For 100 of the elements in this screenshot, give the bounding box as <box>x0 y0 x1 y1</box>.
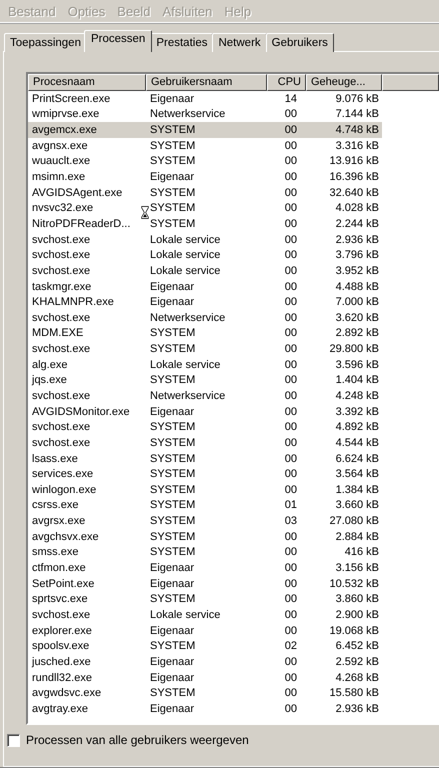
table-row[interactable]: sprtsvc.exe SYSTEM 00 3.860 kB <box>28 592 382 608</box>
tab[interactable]: Netwerk <box>212 33 267 52</box>
table-row[interactable]: svchost.exe Netwerkservice 00 4.248 kB <box>28 388 382 404</box>
table-row[interactable]: avgwdsvc.exe SYSTEM 00 15.580 kB <box>28 685 382 701</box>
table-row[interactable]: PrintScreen.exe Eigenaar 14 9.076 kB <box>28 91 382 107</box>
table-row[interactable]: svchost.exe Lokale service 00 2.936 kB <box>28 232 382 248</box>
table-cell-text: svchost.exe <box>31 608 92 621</box>
table-row[interactable]: spoolsv.exe SYSTEM 02 6.452 kB <box>28 638 382 654</box>
table-cell-text: wmiprvse.exe <box>31 108 100 120</box>
table-cell-text: 00 <box>284 186 298 199</box>
table-row[interactable]: lsass.exe SYSTEM 00 6.624 kB <box>28 450 382 466</box>
table-cell-text: SYSTEM <box>149 468 196 480</box>
table-cell-text: 4.892 kB <box>334 421 380 434</box>
table-cell-text: Eigenaar <box>149 624 196 637</box>
table-cell-text: Lokale service <box>149 358 222 371</box>
column-header[interactable]: Gebruikersnaam <box>146 74 267 91</box>
table-row[interactable]: AVGIDSAgent.exe SYSTEM 00 32.640 kB <box>28 184 382 200</box>
table-cell-text: 7.144 kB <box>334 108 380 120</box>
table-cell-text: 4.488 kB <box>334 280 380 292</box>
tab[interactable]: Toepassingen <box>4 33 87 52</box>
table-cell-text: 3.952 kB <box>334 264 380 277</box>
table-row[interactable]: rundll32.exe Eigenaar 00 4.268 kB <box>28 670 382 686</box>
table-row[interactable]: svchost.exe SYSTEM 00 29.800 kB <box>28 341 382 357</box>
table-cell-text: 3.620 kB <box>334 312 380 324</box>
table-cell-text: Lokale service <box>149 249 222 262</box>
tab[interactable]: Gebruikers <box>266 33 334 52</box>
table-cell-text: 13.916 kB <box>328 155 380 168</box>
table-row[interactable]: NitroPDFReaderD... SYSTEM 00 2.244 kB <box>28 216 382 232</box>
table-cell-text: 00 <box>284 249 298 262</box>
checkbox-label[interactable]: Processen van alle gebruikers weergeven <box>26 733 249 747</box>
table-cell-text: csrss.exe <box>31 499 80 512</box>
table-cell-text: SetPoint.exe <box>31 578 96 590</box>
table-cell-text: 16.396 kB <box>328 171 380 184</box>
table-cell-text: avgchsvx.exe <box>31 530 100 543</box>
table-cell-text: 19.068 kB <box>328 624 380 637</box>
column-header[interactable]: Geheuge... <box>306 74 382 91</box>
table-cell-text: ctfmon.exe <box>31 562 87 574</box>
table-row[interactable]: avgnsx.exe SYSTEM 00 3.316 kB <box>28 138 382 154</box>
table-row[interactable]: avgchsvx.exe SYSTEM 00 2.884 kB <box>28 528 382 545</box>
table-row[interactable]: wuauclt.exe SYSTEM 00 13.916 kB <box>28 154 382 170</box>
table-row[interactable]: SetPoint.exe Eigenaar 00 10.532 kB <box>28 576 382 592</box>
table-cell-text: MDM.EXE <box>31 327 84 340</box>
checkbox[interactable] <box>7 734 20 746</box>
table-cell-text: 416 kB <box>344 546 380 558</box>
table-row[interactable]: KHALMNPR.exe Eigenaar 00 7.000 kB <box>28 294 382 310</box>
table-cell-text: 2.936 kB <box>334 702 380 715</box>
table-cell-text: 00 <box>284 202 298 214</box>
table-row[interactable]: svchost.exe Lokale service 00 3.952 kB <box>28 263 382 279</box>
table-row[interactable]: svchost.exe Lokale service 00 3.796 kB <box>28 247 382 264</box>
table-row[interactable]: svchost.exe Netwerkservice 00 3.620 kB <box>28 310 382 326</box>
selected-row[interactable]: avgemcx.exe SYSTEM 00 4.748 kB <box>28 122 382 138</box>
tab[interactable]: Prestaties <box>150 33 214 52</box>
table-row[interactable]: svchost.exe Lokale service 00 2.900 kB <box>28 607 382 623</box>
table-row[interactable]: services.exe SYSTEM 00 3.564 kB <box>28 466 382 482</box>
column-header[interactable]: CPU <box>267 74 306 91</box>
table-cell-text: SYSTEM <box>149 436 196 449</box>
table-cell-text: 00 <box>284 468 298 480</box>
table-cell-text: 00 <box>284 546 298 558</box>
table-cell-text: 00 <box>284 687 298 700</box>
table-row[interactable]: explorer.exe Eigenaar 00 19.068 kB <box>28 622 382 638</box>
table-row[interactable]: jqs.exe SYSTEM 00 1.404 kB <box>28 372 382 388</box>
table-cell-text: 3.316 kB <box>334 140 380 152</box>
table-row[interactable]: AVGIDSMonitor.exe Eigenaar 00 3.392 kB <box>28 404 382 420</box>
table-cell-text: alg.exe <box>31 358 68 371</box>
table-row[interactable]: svchost.exe SYSTEM 00 4.892 kB <box>28 419 382 436</box>
table-cell-text: Lokale service <box>149 264 222 277</box>
table-cell-text: SYSTEM <box>149 593 196 606</box>
table-cell-text: 00 <box>284 436 298 449</box>
table-row[interactable]: alg.exe Lokale service 00 3.596 kB <box>28 356 382 373</box>
table-cell-text: 3.564 kB <box>334 468 380 480</box>
table-row[interactable]: ctfmon.exe Eigenaar 00 3.156 kB <box>28 560 382 576</box>
table-row[interactable]: msimn.exe Eigenaar 00 16.396 kB <box>28 169 382 185</box>
tab[interactable]: Processen <box>84 30 152 52</box>
table-cell-text: SYSTEM <box>149 140 196 152</box>
table-cell-text: 00 <box>284 124 298 136</box>
table-row[interactable]: winlogon.exe SYSTEM 00 1.384 kB <box>28 482 382 498</box>
table-row[interactable]: MDM.EXE SYSTEM 00 2.892 kB <box>28 326 382 342</box>
table-cell-text: SYSTEM <box>149 421 196 434</box>
table-cell-text: svchost.exe <box>31 436 92 449</box>
column-header[interactable]: Procesnaam <box>28 74 146 91</box>
table-row[interactable]: csrss.exe SYSTEM 01 3.660 kB <box>28 498 382 514</box>
table-cell-text: Netwerkservice <box>149 108 226 120</box>
table-cell-text: winlogon.exe <box>31 484 98 496</box>
table-row[interactable]: wmiprvse.exe Netwerkservice 00 7.144 kB <box>28 106 382 122</box>
table-cell-text: 4.748 kB <box>334 124 380 136</box>
table-row[interactable]: svchost.exe SYSTEM 00 4.544 kB <box>28 435 382 451</box>
table-row[interactable]: jusched.exe Eigenaar 00 2.592 kB <box>28 654 382 670</box>
table-cell-text: SYSTEM <box>149 452 196 465</box>
table-row[interactable]: avgtray.exe Eigenaar 00 2.936 kB <box>28 700 382 717</box>
table-row[interactable]: nvsvc32.exe SYSTEM 00 4.028 kB <box>28 200 382 216</box>
table-row[interactable]: avgrsx.exe SYSTEM 03 27.080 kB <box>28 513 382 529</box>
hourglass-cursor-icon <box>141 204 149 222</box>
table-row[interactable]: smss.exe SYSTEM 00 416 kB <box>28 544 382 560</box>
table-cell-text: Netwerkservice <box>149 312 226 324</box>
table-cell-text: 02 <box>284 640 298 652</box>
table-cell-text: 00 <box>284 108 298 120</box>
table-row[interactable]: taskmgr.exe Eigenaar 00 4.488 kB <box>28 278 382 294</box>
table-cell-text: nvsvc32.exe <box>31 202 94 214</box>
table-cell-text: 27.080 kB <box>328 515 380 528</box>
table-cell-text: avgnsx.exe <box>31 140 89 152</box>
